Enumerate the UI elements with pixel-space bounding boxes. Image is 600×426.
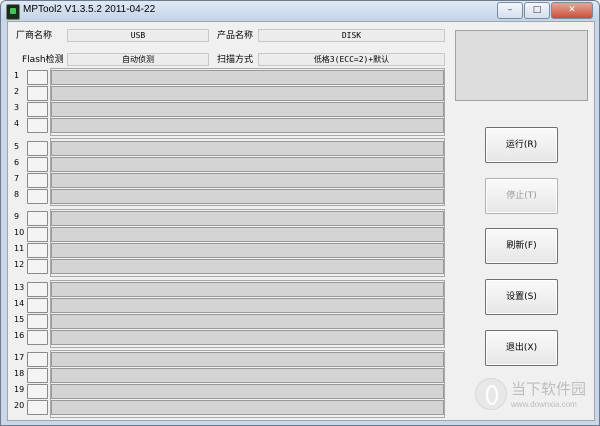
main-window: MPTool2 V1.3.5.2 2011-04-22 – □ ✕ 厂商名称 U… (0, 0, 600, 426)
port-number: 5 (14, 142, 20, 151)
port-progress-bar (51, 330, 444, 345)
port-progress-bar (51, 400, 444, 415)
port-number: 6 (14, 158, 20, 167)
port-progress-bar (51, 259, 444, 274)
port-number: 10 (14, 228, 25, 237)
port-progress-bar (51, 70, 444, 85)
run-button[interactable]: 运行(R) (485, 127, 558, 163)
watermark-logo-icon (475, 378, 507, 410)
port-button[interactable] (27, 384, 48, 399)
flash-field: 自动侦测 (67, 53, 209, 66)
minimize-button[interactable]: – (497, 2, 523, 19)
window-title: MPTool2 V1.3.5.2 2011-04-22 (23, 4, 156, 15)
port-progress-bar (51, 173, 444, 188)
port-number: 16 (14, 331, 25, 340)
port-progress-bar (51, 227, 444, 242)
app-icon (6, 4, 20, 20)
flash-label: Flash检测 (22, 55, 64, 65)
port-number: 11 (14, 244, 25, 253)
port-button[interactable] (27, 86, 48, 101)
port-progress-bar (51, 86, 444, 101)
port-button[interactable] (27, 400, 48, 415)
port-number: 8 (14, 190, 20, 199)
port-button[interactable] (27, 173, 48, 188)
port-number: 15 (14, 315, 25, 324)
port-button[interactable] (27, 70, 48, 85)
port-button[interactable] (27, 368, 48, 383)
port-progress-bar (51, 282, 444, 297)
maximize-button[interactable]: □ (524, 2, 550, 19)
caption-buttons: – □ ✕ (496, 2, 593, 19)
port-button[interactable] (27, 102, 48, 117)
port-number: 4 (14, 119, 20, 128)
port-button[interactable] (27, 141, 48, 156)
port-button[interactable] (27, 314, 48, 329)
preview-panel (455, 30, 588, 101)
port-number: 9 (14, 212, 20, 221)
port-button[interactable] (27, 118, 48, 133)
port-number: 3 (14, 103, 20, 112)
vendor-field: USB (67, 29, 209, 42)
scan-label: 扫描方式 (217, 55, 254, 65)
port-button[interactable] (27, 157, 48, 172)
scan-field: 低格3(ECC=2)+默认 (258, 53, 445, 66)
port-number: 12 (14, 260, 25, 269)
port-progress-bar (51, 118, 444, 133)
stop-button[interactable]: 停止(T) (485, 178, 558, 214)
port-progress-bar (51, 384, 444, 399)
port-number: 19 (14, 385, 25, 394)
title-bar: MPTool2 V1.3.5.2 2011-04-22 – □ ✕ (1, 1, 599, 21)
port-number: 18 (14, 369, 25, 378)
port-number: 17 (14, 353, 25, 362)
port-button[interactable] (27, 298, 48, 313)
port-number: 7 (14, 174, 20, 183)
port-button[interactable] (27, 282, 48, 297)
port-progress-bar (51, 368, 444, 383)
watermark-name: 当下软件园 (511, 380, 587, 398)
port-button[interactable] (27, 330, 48, 345)
port-button[interactable] (27, 211, 48, 226)
port-progress-bar (51, 189, 444, 204)
port-button[interactable] (27, 243, 48, 258)
port-number: 13 (14, 283, 25, 292)
refresh-button[interactable]: 刷新(F) (485, 228, 558, 264)
port-button[interactable] (27, 189, 48, 204)
port-button[interactable] (27, 227, 48, 242)
port-progress-bar (51, 298, 444, 313)
product-label: 产品名称 (217, 31, 254, 41)
port-progress-bar (51, 243, 444, 258)
port-progress-bar (51, 141, 444, 156)
watermark-url: www.downxia.com (511, 400, 577, 409)
port-number: 14 (14, 299, 25, 308)
port-number: 1 (14, 71, 20, 80)
port-progress-bar (51, 102, 444, 117)
port-number: 20 (14, 401, 25, 410)
port-progress-bar (51, 157, 444, 172)
port-button[interactable] (27, 352, 48, 367)
port-button[interactable] (27, 259, 48, 274)
port-progress-bar (51, 211, 444, 226)
settings-button[interactable]: 设置(S) (485, 279, 558, 315)
port-number: 2 (14, 87, 20, 96)
vendor-label: 厂商名称 (16, 31, 53, 41)
client-area: 厂商名称 USB 产品名称 DISK Flash检测 自动侦测 扫描方式 低格3… (7, 21, 595, 421)
port-progress-bar (51, 314, 444, 329)
close-button[interactable]: ✕ (551, 2, 593, 19)
exit-button[interactable]: 退出(X) (485, 330, 558, 366)
port-progress-bar (51, 352, 444, 367)
product-field: DISK (258, 29, 445, 42)
